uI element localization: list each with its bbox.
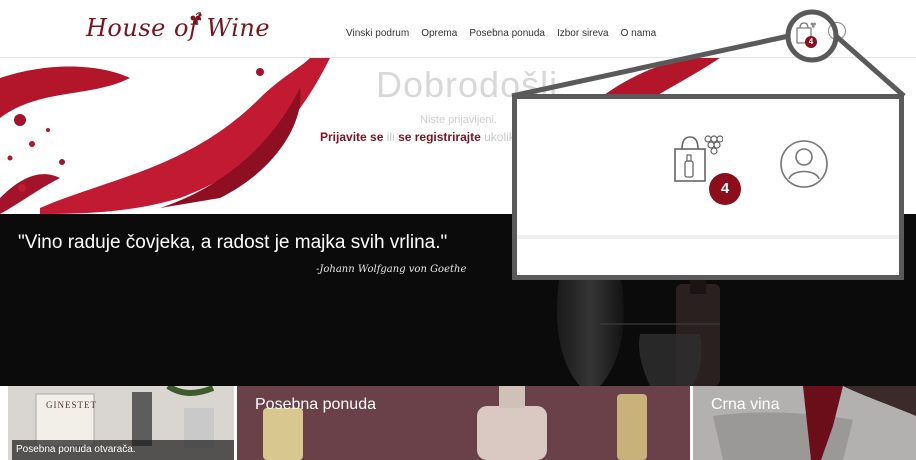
cart-count-badge: 4 — [709, 173, 741, 205]
nav-o-nama[interactable]: O nama — [621, 28, 657, 39]
nav-izbor-sireva[interactable]: Izbor sireva — [557, 28, 609, 39]
main-nav: Vinski podrum Oprema Posebna ponuda Izbo… — [346, 28, 656, 39]
user-icon[interactable] — [779, 139, 829, 189]
tile-posebna-ponuda[interactable]: Posebna ponuda — [237, 386, 690, 460]
quote-author: -Johann Wolfgang von Goethe — [316, 264, 467, 275]
not-logged-in-text: Niste prijavljeni. — [420, 114, 498, 126]
tile-title: Crna vina — [711, 396, 780, 413]
login-prompt: Prijavite se ili se registrirajte ukolik… — [320, 130, 521, 144]
tile-posebna-ponuda-otvaraca[interactable]: GINESTET Posebna ponuda otvarača. — [8, 386, 234, 460]
user-icon[interactable] — [828, 22, 846, 40]
tile-caption: Posebna ponuda otvarača. — [12, 440, 234, 460]
quote-text: "Vino raduje čovjeka, a radost je majka … — [18, 232, 448, 253]
zoom-callout: 4 — [512, 94, 904, 280]
bottle-label: GINESTET — [46, 400, 97, 410]
grape-icon — [190, 12, 202, 25]
nav-oprema[interactable]: Oprema — [421, 28, 457, 39]
tile-crna-vina[interactable]: Crna vina — [693, 386, 916, 460]
tile-title: Posebna ponuda — [255, 396, 376, 413]
register-link[interactable]: se registrirajte — [398, 130, 481, 144]
nav-posebna-ponuda[interactable]: Posebna ponuda — [469, 28, 545, 39]
cart-count-badge: 4 — [805, 36, 817, 48]
logo[interactable]: House of Wine — [86, 14, 270, 42]
divider — [517, 235, 899, 239]
or-text: ili — [386, 130, 395, 144]
nav-vinski-podrum[interactable]: Vinski podrum — [346, 28, 409, 39]
category-tiles: GINESTET Posebna ponuda otvarača. Posebn… — [0, 386, 916, 460]
site-header: House of Wine Vinski podrum Oprema Poseb… — [0, 0, 916, 58]
login-link[interactable]: Prijavite se — [320, 130, 383, 144]
